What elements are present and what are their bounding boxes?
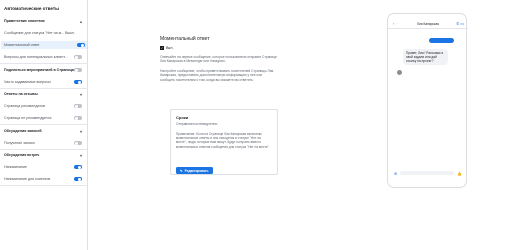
sidebar-item-label: Вопросы для потенциальных клиент... [4,55,68,59]
timing-card: Сроки Отправляется немедленно. Примечани… [170,109,278,175]
sidebar-divider [0,124,88,125]
sidebar-item-label: Напоминание [4,165,27,169]
sidebar-item[interactable]: Получение записи [4,139,84,147]
sidebar-item[interactable]: Напоминание [4,163,84,171]
sidebar-item-label: Напоминание для клиентов [4,177,51,181]
edit-button-label: Редактировать [184,168,209,173]
incoming-message-bubble: Привет, Лия ! Расскажи я свой задали или… [403,49,448,66]
sidebar-item-label: Приветствие клиентов [4,19,45,23]
toggle-switch[interactable] [77,43,85,47]
toggle-switch[interactable] [74,68,82,72]
sidebar-item[interactable]: Поделиться мероприятией в Страница [4,66,84,74]
composer-input [400,171,455,175]
sidebar-divider [0,63,88,64]
toggle-switch[interactable] [74,165,82,169]
timing-card-subtitle: Отправляется немедленно. [176,122,219,126]
description-paragraph: Отвечайте на первое сообщение, которое п… [160,55,277,64]
like-icon: 👍 [457,171,462,176]
call-video-icons: ✆ ▭ [456,22,464,26]
sidebar-divider [0,185,88,186]
edit-button[interactable]: ✎ Редактировать [176,167,213,174]
sidebar-item-label: Часто задаваемые вопросы [4,80,51,84]
outgoing-message-bubble [429,38,454,43]
add-icon: ⊕ [394,171,398,176]
sidebar: Автоматические ответы Приветствие клиент… [0,0,88,250]
sidebar-item[interactable]: Страница рекомендатов [4,102,84,110]
main-panel: Моментальный ответ ✓ Вкл. Отвечайте на п… [160,36,278,82]
enable-toggle-label: Вкл. [166,46,174,50]
sidebar-item[interactable]: Ответы на отзывы ▾ [4,90,84,98]
chevron-down-icon[interactable]: ▾ [77,129,82,134]
sidebar-item-label: Получение записи [4,141,35,145]
toggle-switch[interactable] [74,55,82,59]
toggle-switch[interactable] [74,104,82,108]
sidebar-item[interactable]: Страница не рекомендуется [4,114,84,122]
toggle-switch[interactable] [74,116,82,120]
timing-card-title: Сроки [176,115,189,120]
page-avatar [397,70,402,75]
sidebar-item-label: Поделиться мероприятией в Страница [4,68,74,72]
page-title: Моментальный ответ [160,36,210,42]
sidebar-item[interactable]: Обсуждения встреч ▾ [4,151,84,159]
sidebar-item-label: Обсуждения встреч [4,153,40,157]
sidebar-item-label: Сообщение для статуса "Нет на м... Выкл. [4,31,75,35]
sidebar-title: Автоматические ответы [4,6,60,11]
sidebar-item[interactable]: Моментальный ответ [1,41,87,49]
preview-header: ‹ Лия Канарская ✆ ▭ [388,21,468,29]
toggle-switch[interactable] [74,141,82,145]
sidebar-item[interactable]: Напоминание для клиентов [4,175,84,183]
checkbox-icon: ✓ [160,46,164,50]
toggle-switch[interactable] [74,80,82,84]
sidebar-item-label: Страница рекомендатов [4,104,45,108]
app-window: Автоматические ответы Приветствие клиент… [0,0,512,250]
setup-paragraph: Настройте сообщение, чтобы приветствоват… [160,68,274,82]
pencil-icon: ✎ [180,168,183,173]
sidebar-item-label: Ответы на отзывы [4,92,38,96]
chevron-up-icon[interactable]: ▴ [77,19,82,24]
composer-bar: ⊕ 👍 [388,168,468,178]
sidebar-item-label: Обсуждения записей [4,129,42,133]
chevron-down-icon[interactable]: ▾ [77,92,82,97]
enable-toggle[interactable]: ✓ Вкл. [160,46,278,50]
sidebar-divider [0,149,88,150]
sidebar-divider [0,88,88,89]
toggle-switch[interactable] [74,177,82,181]
sidebar-item[interactable]: Сообщение для статуса "Нет на м... Выкл. [4,29,84,37]
timing-card-note: Примечание. Если на Странице Лия Канарск… [176,132,270,149]
sidebar-item[interactable]: Приветствие клиентов ▴ [4,17,84,25]
sidebar-item[interactable]: Вопросы для потенциальных клиент... [4,53,84,61]
sidebar-item[interactable]: Часто задаваемые вопросы [4,78,84,86]
sidebar-item-label: Страница не рекомендуется [4,116,52,120]
messenger-preview: ‹ Лия Канарская ✆ ▭ Привет, Лия ! Расска… [387,13,468,188]
sidebar-item[interactable]: Обсуждения записей ▾ [4,127,84,135]
chevron-down-icon[interactable]: ▾ [77,153,82,158]
sidebar-item-label: Моментальный ответ [4,43,40,47]
